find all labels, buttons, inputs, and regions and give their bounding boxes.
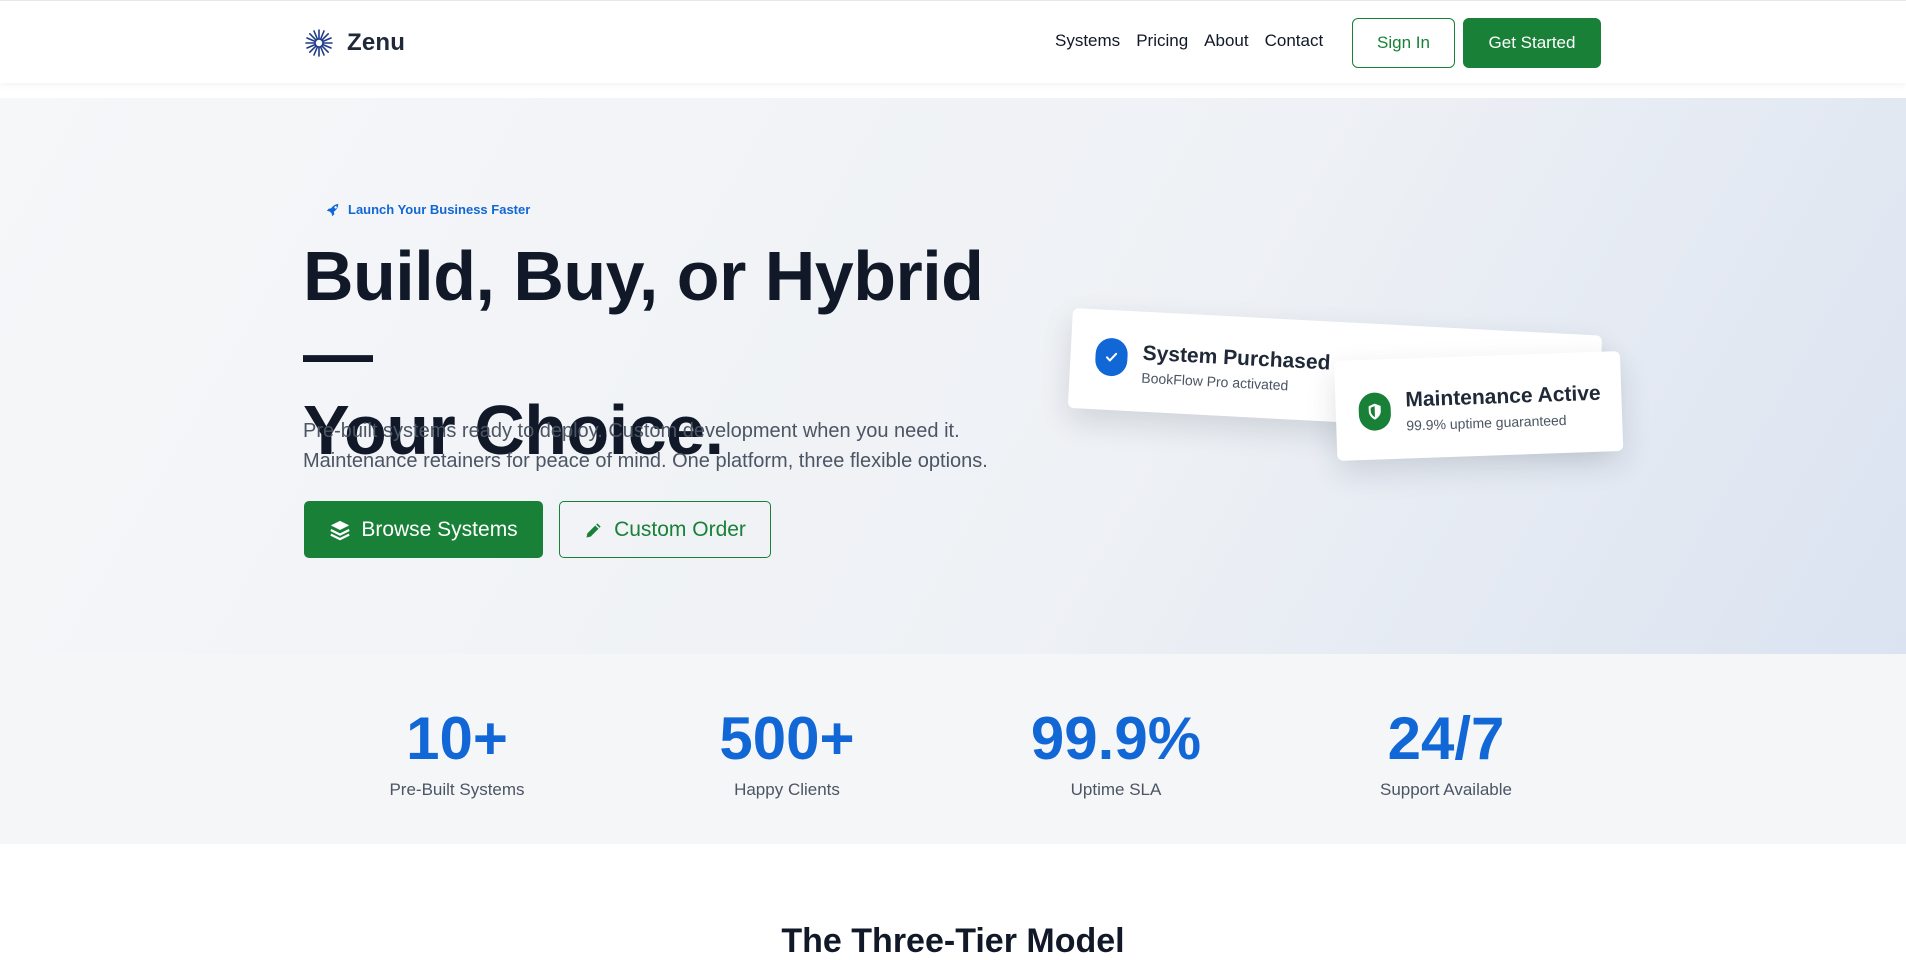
hero-title-line-1: Build, Buy, or Hybrid — [303,237,984,392]
stat-uptime: 99.9% Uptime SLA [986,704,1246,800]
hero-section: Launch Your Business Faster Build, Buy, … [0,98,1906,654]
top-navbar: Zenu Systems Pricing About Contact Sign … [0,0,1906,83]
custom-order-button[interactable]: Custom Order [559,501,771,558]
nav-link-contact[interactable]: Contact [1265,31,1324,51]
maintenance-active-card: Maintenance Active 99.9% uptime guarante… [1334,351,1624,461]
stat-systems: 10+ Pre-Built Systems [327,704,587,800]
section-title: The Three-Tier Model [781,922,1125,960]
custom-order-label: Custom Order [614,517,746,541]
shield-icon [1358,392,1392,432]
stats-section: 10+ Pre-Built Systems 500+ Happy Clients… [0,654,1906,844]
card-subtitle: 99.9% uptime guaranteed [1406,411,1567,434]
brand[interactable]: Zenu [303,27,405,59]
get-started-button[interactable]: Get Started [1463,18,1601,68]
nav-link-pricing[interactable]: Pricing [1136,31,1188,51]
browse-systems-button[interactable]: Browse Systems [304,501,543,558]
pencil-icon [586,522,601,537]
stat-value: 10+ [406,705,508,772]
layers-icon [330,520,350,540]
hero-subtitle-line-1: Pre-built systems ready to deploy. Custo… [303,420,960,442]
nav-link-about[interactable]: About [1204,31,1248,51]
stat-value: 99.9% [1030,705,1202,772]
nav-links: Systems Pricing About Contact [1055,31,1339,51]
hero-subtitle-line-2: Maintenance retainers for peace of mind.… [303,450,988,472]
card-title: Maintenance Active [1405,381,1601,412]
card-subtitle: BookFlow Pro activated [1141,369,1289,394]
browse-systems-label: Browse Systems [361,517,518,541]
nav-link-systems[interactable]: Systems [1055,31,1120,51]
stat-value: 24/7 [1387,705,1505,772]
hero-badge-text: Launch Your Business Faster [348,202,531,217]
stat-value: 500+ [719,705,855,772]
sign-in-button[interactable]: Sign In [1352,18,1455,68]
hero-badge: Launch Your Business Faster [326,202,530,217]
stat-label: Support Available [1379,780,1512,799]
rocket-icon [326,203,340,216]
stat-clients: 500+ Happy Clients [657,704,917,800]
stat-label: Pre-Built Systems [389,780,525,799]
stat-label: Happy Clients [734,780,840,799]
zenu-logo-icon [305,29,333,57]
check-icon [1094,337,1129,377]
stat-label: Uptime SLA [1070,780,1162,799]
hero-subtitle: Pre-built systems ready to deploy. Custo… [303,416,1063,476]
brand-name: Zenu [347,29,406,56]
stat-support: 24/7 Support Available [1316,704,1576,800]
